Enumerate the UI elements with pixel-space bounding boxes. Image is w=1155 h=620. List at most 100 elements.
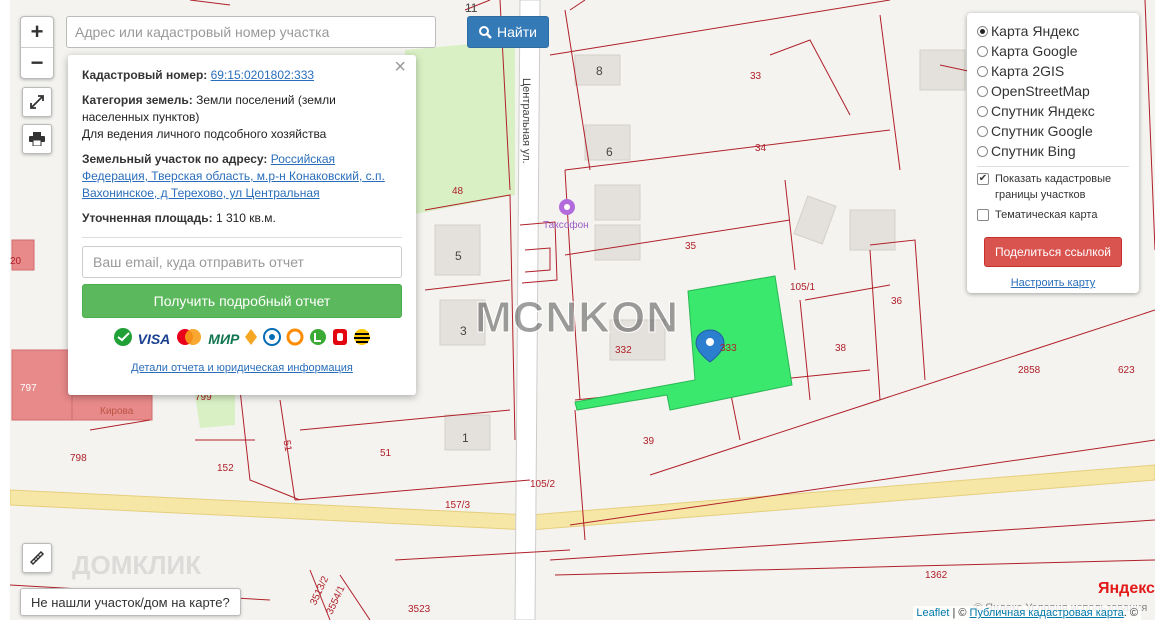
radio-button[interactable]	[977, 25, 988, 37]
parcel-label: 105/2	[530, 479, 555, 490]
radio-button[interactable]	[977, 125, 988, 137]
thematic-map-label: Тематическая карта	[995, 209, 1098, 221]
report-details-link[interactable]: Детали отчета и юридическая информация	[82, 360, 402, 377]
address-label: Земельный участок по адресу:	[82, 152, 268, 166]
radio-button[interactable]	[977, 85, 988, 97]
show-borders-checkbox[interactable]: ✔	[977, 173, 989, 185]
layer-option-2gis[interactable]: Карта 2GIS	[977, 61, 1129, 81]
radio-button[interactable]	[977, 105, 988, 117]
parcel-label: 48	[452, 186, 464, 197]
webmoney-icon	[263, 327, 282, 351]
sber-icon	[113, 327, 133, 352]
get-report-button[interactable]: Получить подробный отчет	[82, 284, 402, 318]
parcel-label: 11	[465, 1, 478, 15]
parcel-label: 20	[10, 256, 22, 267]
show-borders-label: Показать кадастровые границы участков	[995, 173, 1112, 201]
printer-icon	[29, 132, 45, 146]
layer-option-bing-satellite[interactable]: Спутник Bing	[977, 141, 1129, 161]
yoomoney-icon	[244, 328, 258, 351]
zoom-out-button[interactable]: −	[21, 48, 53, 78]
search-input[interactable]	[66, 16, 436, 48]
parcel-label: 3554/1	[325, 584, 348, 617]
close-icon[interactable]: ×	[394, 57, 406, 77]
watermark: MCNKON	[475, 293, 679, 343]
yandex-money-icon	[309, 328, 327, 351]
mastercard-icon	[175, 328, 203, 351]
layer-option-label: Спутник Яндекс	[991, 103, 1095, 119]
search-button[interactable]: Найти	[467, 16, 549, 48]
layer-option-label: Спутник Bing	[991, 143, 1076, 159]
parcel-label: 6	[606, 145, 613, 159]
address-row: Земельный участок по адресу: Российская …	[82, 151, 402, 202]
land-category-row: Категория земель: Земли поселений (земли…	[82, 92, 402, 143]
area-label: Уточненная площадь:	[82, 211, 213, 225]
parcel-label: 34	[755, 143, 767, 154]
parcel-label: 1	[462, 431, 469, 445]
leaflet-link[interactable]: Leaflet	[916, 607, 949, 619]
beeline-icon	[353, 328, 371, 351]
ruler-icon	[29, 550, 45, 566]
parcel-label: 3	[460, 324, 467, 338]
radio-button[interactable]	[977, 145, 988, 157]
not-found-button[interactable]: Не нашли участок/дом на карте?	[20, 588, 241, 616]
layer-option-osm[interactable]: OpenStreetMap	[977, 81, 1129, 101]
configure-map-link[interactable]: Настроить карту	[977, 277, 1129, 289]
layer-option-google-satellite[interactable]: Спутник Google	[977, 121, 1129, 141]
parcel-label: 33	[750, 71, 762, 82]
parcel-label: 105/1	[790, 282, 815, 293]
radio-button[interactable]	[977, 45, 988, 57]
thematic-map-option[interactable]: Тематическая карта	[977, 207, 1129, 223]
attribution-separator: | ©	[949, 607, 970, 619]
payment-methods: VISA МИР	[82, 327, 402, 352]
layer-option-label: Спутник Google	[991, 123, 1093, 139]
attribution-suffix: . ©	[1123, 607, 1138, 619]
ruler-button[interactable]	[22, 543, 52, 573]
layer-option-label: Карта Google	[991, 43, 1078, 59]
parcel-label: 36	[891, 296, 903, 307]
poi-label: Таксофон	[543, 219, 589, 231]
visa-logo: VISA	[137, 330, 171, 347]
parcel-label: 8	[596, 64, 603, 78]
zoom-in-button[interactable]: +	[21, 17, 53, 48]
print-button[interactable]	[22, 124, 52, 154]
share-link-button[interactable]: Поделиться ссылкой	[984, 237, 1122, 267]
search-icon	[479, 25, 492, 39]
thematic-map-checkbox[interactable]	[977, 209, 989, 221]
fullscreen-button[interactable]	[22, 87, 52, 117]
land-category-label: Категория земель:	[82, 93, 193, 107]
cadastral-number-link[interactable]: 69:15:0201802:333	[211, 68, 314, 82]
parcel-label: 797	[20, 383, 37, 394]
land-usage-value: Для ведения личного подсобного хозяйства	[82, 127, 327, 141]
main-road	[10, 464, 1155, 531]
area-row: Уточненная площадь: 1 310 кв.м.	[82, 210, 402, 227]
parcel-label: 51	[281, 439, 294, 452]
email-input[interactable]	[82, 246, 402, 278]
parcel-label: 332	[615, 345, 632, 356]
parcel-label: 51	[380, 448, 392, 459]
yandex-logo: Яндекс	[1098, 580, 1155, 597]
parcel-label: 157/3	[445, 500, 470, 511]
layer-option-google-map[interactable]: Карта Google	[977, 41, 1129, 61]
parcel-label: 1362	[925, 570, 948, 581]
mts-icon	[332, 328, 348, 351]
layer-option-label: Карта 2GIS	[991, 63, 1065, 79]
map-attribution: Leaflet | © Публичная кадастровая карта.…	[913, 606, 1141, 620]
parcel-label: 152	[217, 463, 234, 474]
parcel-label: 623	[1118, 365, 1135, 376]
parcel-label: 39	[643, 436, 655, 447]
pkk-link[interactable]: Публичная кадастровая карта	[970, 607, 1124, 619]
parcel-label: 333	[720, 343, 737, 354]
radio-button[interactable]	[977, 65, 988, 77]
parcel-label: 3523	[408, 604, 431, 615]
layer-option-yandex-map[interactable]: Карта Яндекс	[977, 21, 1129, 41]
show-borders-option[interactable]: ✔ Показать кадастровые границы участков	[977, 171, 1129, 203]
cadastral-number-label: Кадастровый номер:	[82, 68, 208, 82]
domklik-watermark: ДОМКЛИК	[72, 550, 202, 580]
street-label: Центральная ул.	[520, 78, 532, 164]
parcel-label: 2858	[1018, 365, 1041, 376]
parcel-label: 5	[455, 249, 462, 263]
zoom-control: + −	[20, 16, 54, 79]
area-value: 1 310 кв.м.	[215, 211, 276, 225]
street-label: Кирова	[100, 406, 134, 417]
layer-option-yandex-satellite[interactable]: Спутник Яндекс	[977, 101, 1129, 121]
